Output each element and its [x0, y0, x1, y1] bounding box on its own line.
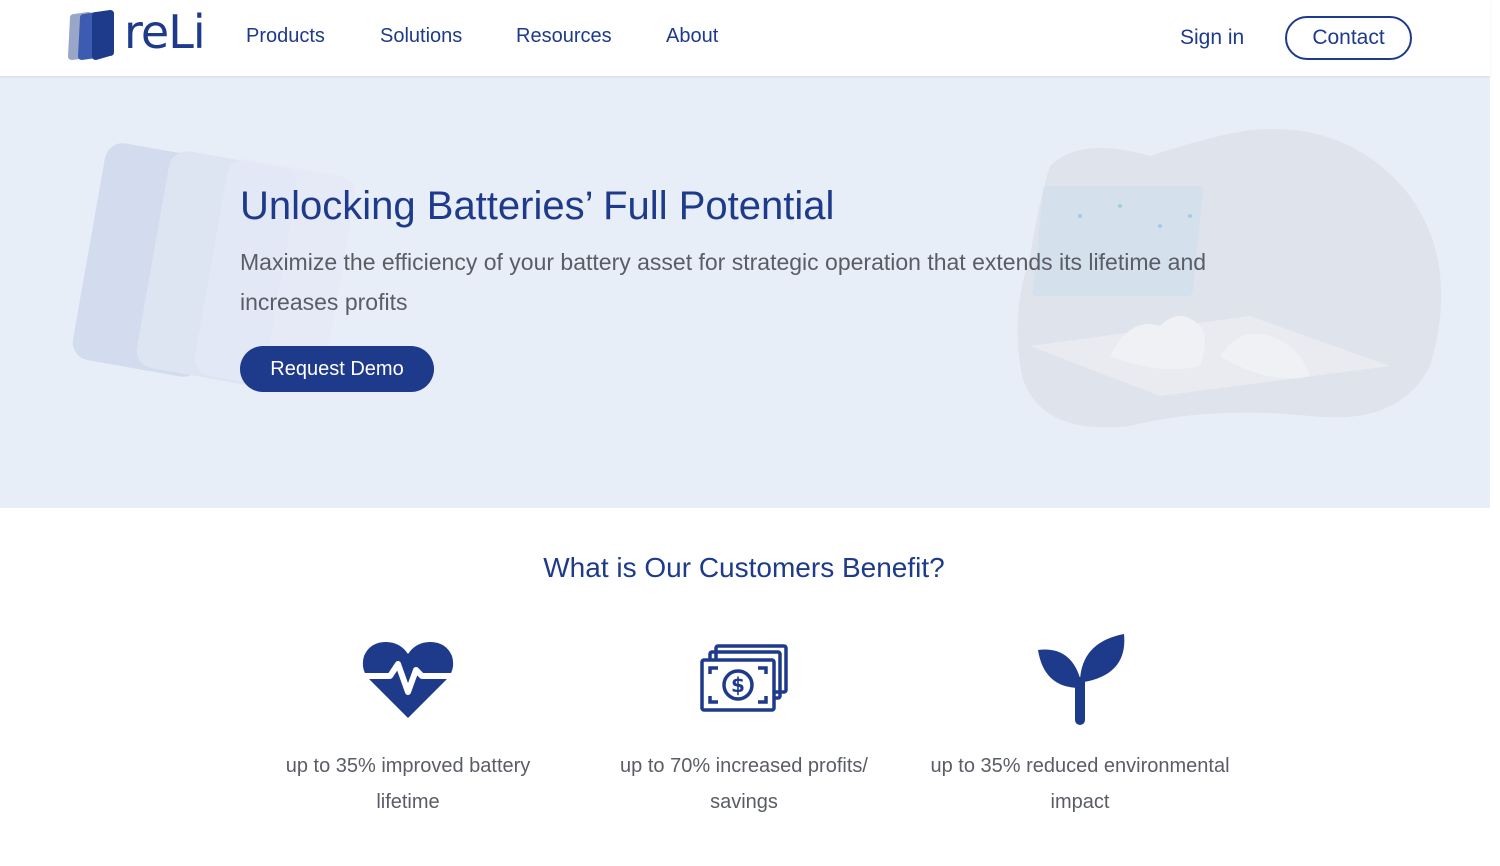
logo[interactable]: reLi	[66, 5, 216, 64]
hero-subtitle: Maximize the efficiency of your battery …	[240, 249, 1207, 315]
svg-text:$: $	[731, 673, 745, 697]
benefit-card: $ up to 70% increased profits/ savings	[594, 630, 894, 820]
hero-section: Unlocking Batteries’ Full Potential Maxi…	[0, 76, 1490, 508]
money-bills-icon: $	[700, 644, 788, 712]
heart-pulse-icon	[361, 642, 455, 718]
benefit-text: up to 70% increased profits/ savings	[620, 755, 868, 813]
nav-resources[interactable]: Resources	[516, 22, 612, 50]
seedling-icon	[1038, 634, 1125, 725]
benefit-card: up to 35% improved battery lifetime	[258, 630, 558, 820]
site-header: reLi Products Solutions Resources About …	[0, 0, 1490, 76]
nav-solutions[interactable]: Solutions	[380, 22, 462, 50]
benefit-text: up to 35% improved battery lifetime	[285, 755, 531, 813]
contact-button[interactable]: Contact	[1285, 16, 1412, 60]
hero-title: Unlocking Batteries’ Full Potential	[240, 184, 835, 228]
benefits-title: What is Our Customers Benefit?	[543, 552, 945, 583]
logo-mark-icon	[68, 10, 114, 60]
benefit-text: up to 35% reduced environmental impact	[930, 755, 1230, 813]
request-demo-button[interactable]: Request Demo	[240, 346, 434, 392]
benefit-card: up to 35% reduced environmental impact	[930, 630, 1230, 820]
logo-text: reLi	[124, 5, 206, 59]
sign-in-link[interactable]: Sign in	[1180, 24, 1244, 52]
nav-about[interactable]: About	[666, 22, 718, 50]
nav-products[interactable]: Products	[246, 22, 325, 50]
